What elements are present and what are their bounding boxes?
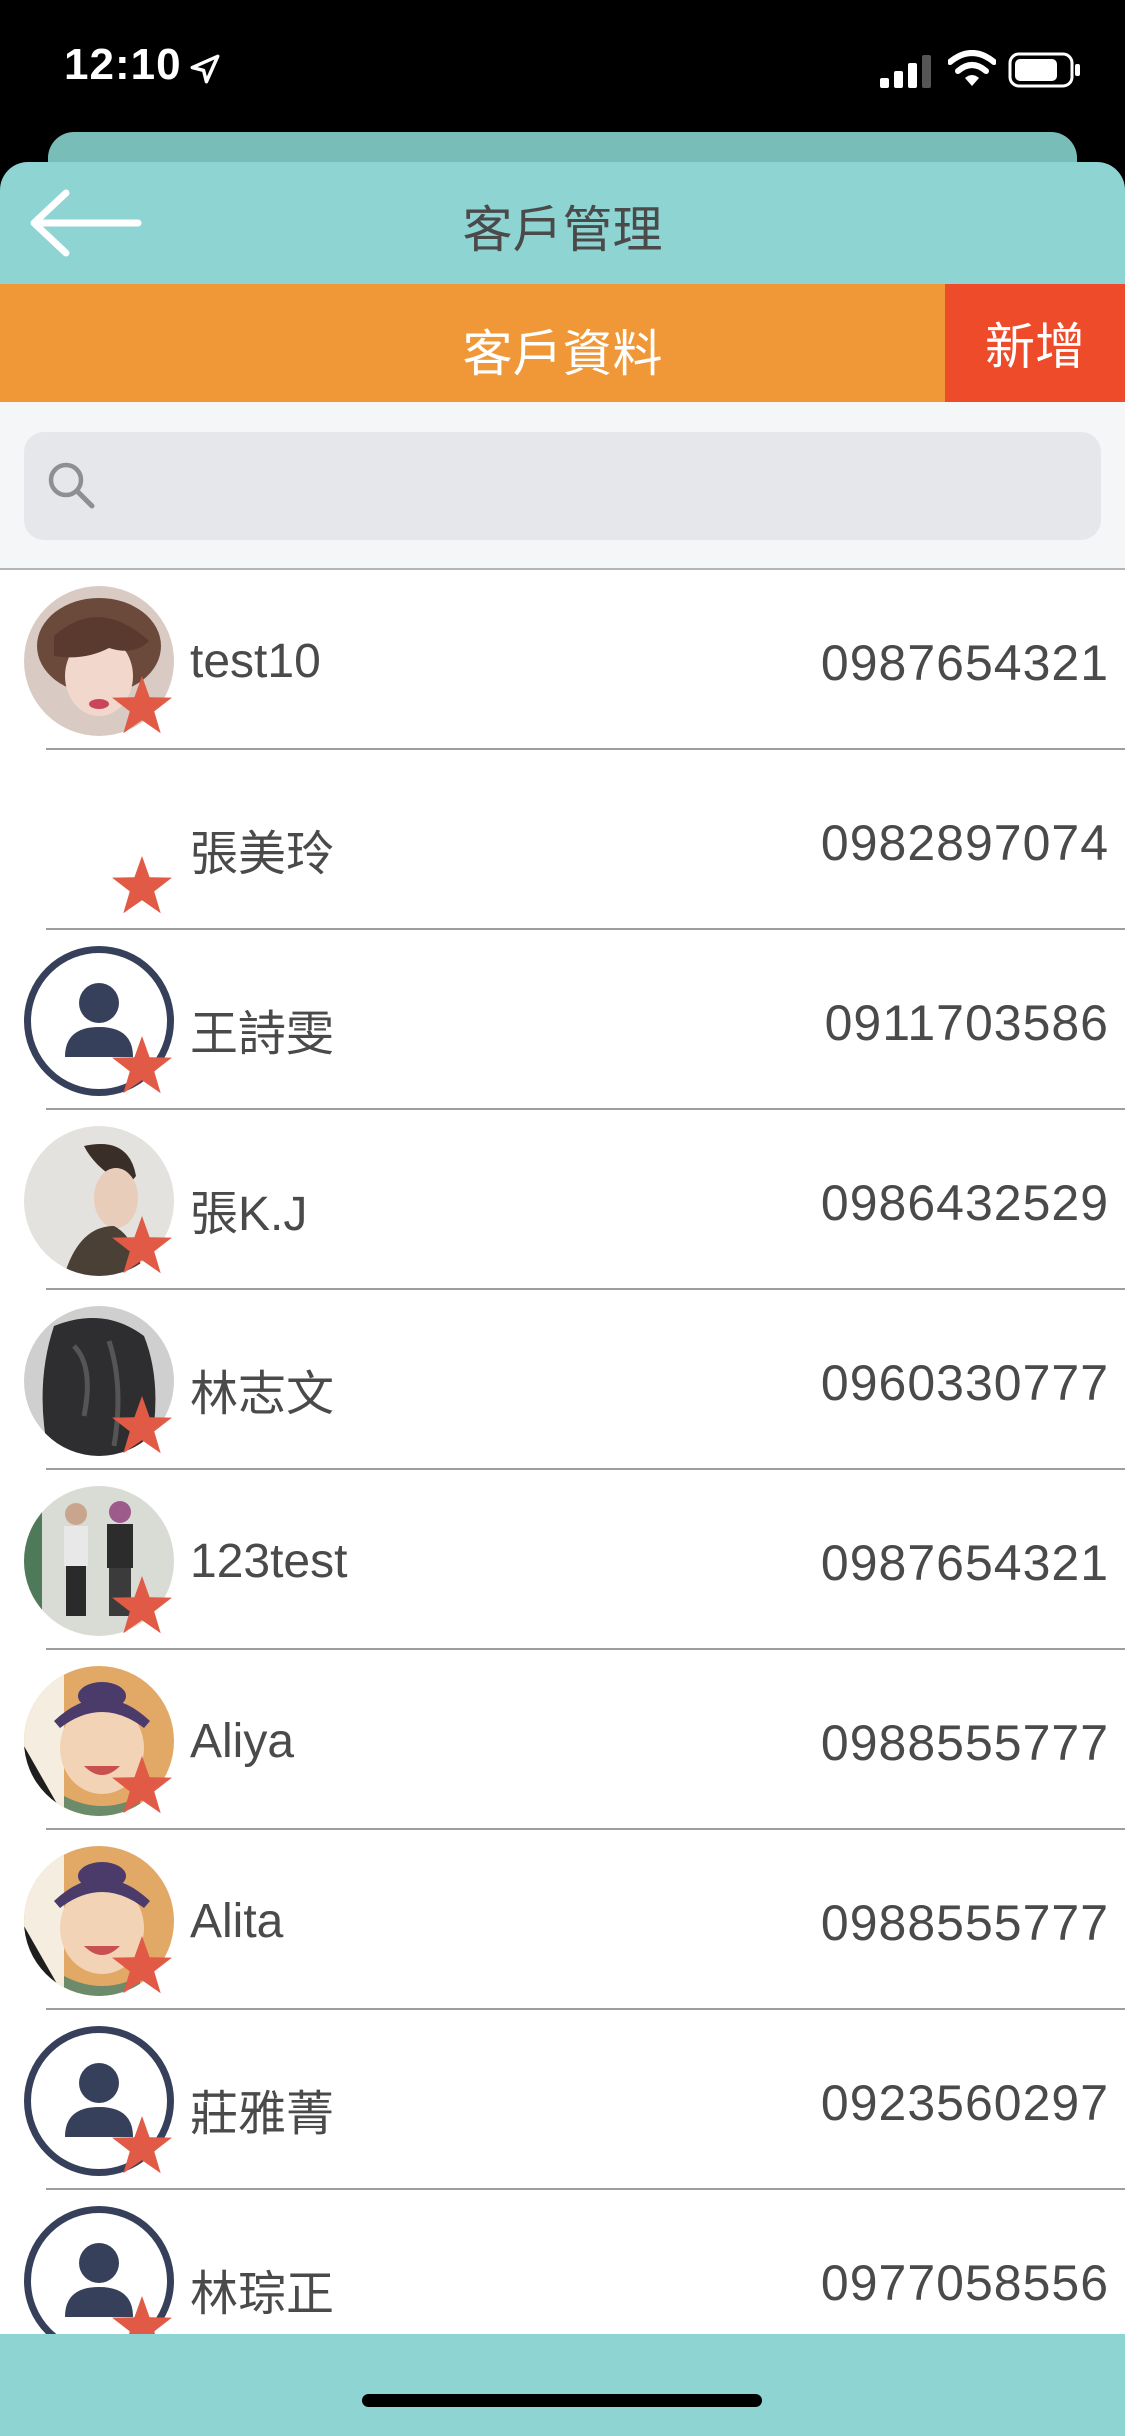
customer-row[interactable]: 張美玲 0982897074 [0, 750, 1125, 930]
star-icon [112, 1036, 172, 1094]
customer-row[interactable]: 王詩雯 0911703586 [0, 930, 1125, 1110]
customer-row[interactable]: 林琮正 0977058556 [0, 2190, 1125, 2334]
cellular-signal-icon [880, 55, 931, 88]
star-icon [112, 1756, 172, 1814]
customer-phone: 0911703586 [824, 995, 1109, 1051]
customer-row[interactable]: 莊雅菁 0923560297 [0, 2010, 1125, 2190]
customer-name: Aliya [190, 1715, 295, 1768]
status-time: 12:10 [64, 40, 182, 89]
home-indicator [362, 2394, 762, 2407]
wifi-icon [948, 50, 996, 86]
customer-phone: 0988555777 [820, 1715, 1109, 1771]
page-title: 客戶管理 [462, 201, 663, 259]
customer-name: 張K.J [190, 1188, 308, 1241]
star-icon [112, 1396, 172, 1454]
search-input[interactable] [114, 432, 1074, 540]
customer-name: test10 [190, 635, 321, 688]
customer-row[interactable]: 林志文 0960330777 [0, 1290, 1125, 1470]
search-box[interactable] [24, 432, 1101, 540]
star-icon [112, 856, 172, 914]
customer-phone: 0988555777 [820, 1895, 1109, 1951]
customer-name: 莊雅菁 [190, 2088, 335, 2141]
customer-phone: 0982897074 [820, 815, 1109, 871]
customer-name: 123test [190, 1535, 348, 1588]
customer-phone: 0986432529 [820, 1175, 1109, 1231]
customer-row[interactable]: Aliya 0988555777 [0, 1650, 1125, 1830]
customer-name: 林志文 [190, 1368, 335, 1421]
customer-row[interactable]: test10 0987654321 [0, 570, 1125, 750]
customer-row[interactable]: 張K.J 0986432529 [0, 1110, 1125, 1290]
star-icon [112, 2296, 172, 2334]
customer-name: 林琮正 [190, 2268, 335, 2321]
bottom-bar [0, 2334, 1125, 2436]
customer-phone: 0987654321 [820, 635, 1109, 691]
search-icon [48, 462, 95, 509]
nav-header: 客戶管理 [0, 162, 1125, 284]
location-arrow-icon [190, 54, 220, 84]
customer-name: 張美玲 [190, 828, 335, 881]
customer-name: 王詩雯 [190, 1008, 335, 1061]
customer-phone: 0960330777 [820, 1355, 1109, 1411]
status-bar: 12:10 [0, 0, 1125, 132]
section-bar: 客戶資料 新增 [0, 284, 1125, 402]
star-icon [112, 1576, 172, 1634]
customer-row[interactable]: 123test 0987654321 [0, 1470, 1125, 1650]
star-icon [112, 676, 172, 734]
customer-name: Alita [190, 1895, 284, 1948]
customer-list: test10 0987654321 張美玲 0982897074 王詩雯 091… [0, 570, 1125, 2334]
star-icon [112, 1216, 172, 1274]
battery-icon [1008, 52, 1080, 88]
customer-phone: 0987654321 [820, 1535, 1109, 1591]
add-customer-button[interactable]: 新增 [945, 284, 1125, 402]
search-area [0, 402, 1125, 570]
customer-phone: 0977058556 [820, 2255, 1109, 2311]
customer-row[interactable]: Alita 0988555777 [0, 1830, 1125, 2010]
star-icon [112, 2116, 172, 2174]
star-icon [112, 1936, 172, 1994]
customer-phone: 0923560297 [820, 2075, 1109, 2131]
